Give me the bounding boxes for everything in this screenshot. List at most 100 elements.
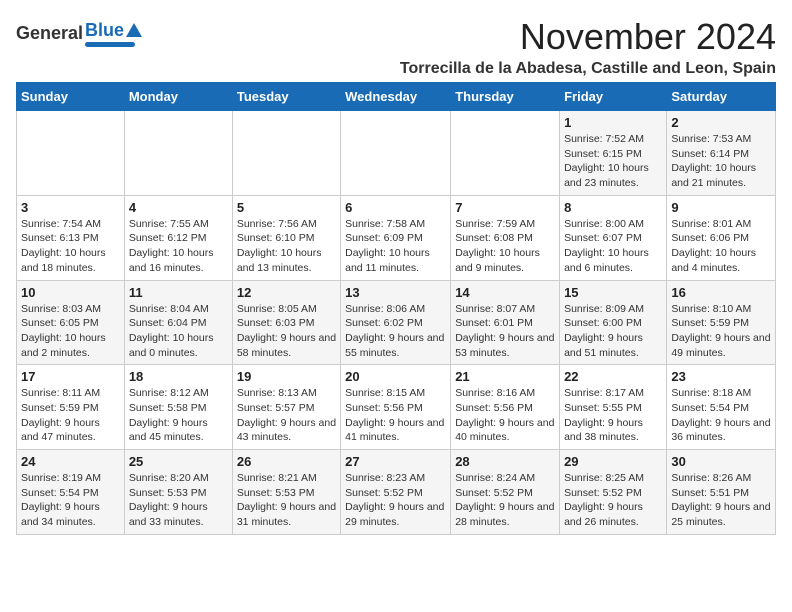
day-number: 25 <box>129 454 228 469</box>
calendar-cell: 6Sunrise: 7:58 AMSunset: 6:09 PMDaylight… <box>341 195 451 280</box>
calendar-week-2: 3Sunrise: 7:54 AMSunset: 6:13 PMDaylight… <box>17 195 776 280</box>
day-number: 27 <box>345 454 446 469</box>
day-info: Sunrise: 8:00 AMSunset: 6:07 PMDaylight:… <box>564 217 662 276</box>
day-number: 30 <box>671 454 771 469</box>
day-info: Sunrise: 8:18 AMSunset: 5:54 PMDaylight:… <box>671 386 771 445</box>
calendar-cell: 22 Sunrise: 8:17 AMSunset: 5:55 PMDayligh… <box>560 365 667 450</box>
weekday-header-tuesday: Tuesday <box>232 83 340 111</box>
day-number: 19 <box>237 369 336 384</box>
month-title: November 2024 <box>400 16 776 58</box>
calendar-cell: 16 Sunrise: 8:10 AMSunset: 5:59 PMDayligh… <box>667 280 776 365</box>
day-number: 17 <box>21 369 120 384</box>
logo-blue-text: Blue <box>85 20 124 41</box>
day-info: Sunrise: 8:21 AMSunset: 5:53 PMDaylight:… <box>237 471 336 530</box>
calendar-cell: 15 Sunrise: 8:09 AMSunset: 6:00 PMDayligh… <box>560 280 667 365</box>
calendar-cell: 26Sunrise: 8:21 AMSunset: 5:53 PMDayligh… <box>232 450 340 535</box>
weekday-header-thursday: Thursday <box>451 83 560 111</box>
calendar-cell: 17 Sunrise: 8:11 AMSunset: 5:59 PMDayligh… <box>17 365 125 450</box>
calendar-cell <box>17 111 125 196</box>
day-number: 11 <box>129 285 228 300</box>
calendar-cell: 2 Sunrise: 7:53 AMSunset: 6:14 PMDaylight… <box>667 111 776 196</box>
logo-wave <box>85 42 135 47</box>
calendar-cell <box>124 111 232 196</box>
calendar-cell <box>232 111 340 196</box>
day-info: Sunrise: 8:03 AMSunset: 6:05 PMDaylight:… <box>21 302 120 361</box>
calendar-cell: 14 Sunrise: 8:07 AMSunset: 6:01 PMDayligh… <box>451 280 560 365</box>
day-info: Sunrise: 7:52 AMSunset: 6:15 PMDaylight:… <box>564 132 662 191</box>
day-info: Sunrise: 8:04 AMSunset: 6:04 PMDaylight:… <box>129 302 228 361</box>
calendar-cell: 23 Sunrise: 8:18 AMSunset: 5:54 PMDayligh… <box>667 365 776 450</box>
calendar-week-1: 1Sunrise: 7:52 AMSunset: 6:15 PMDaylight… <box>17 111 776 196</box>
day-number: 18 <box>129 369 228 384</box>
page-header: General Blue November 2024 Torrecilla de… <box>16 16 776 78</box>
day-info: Sunrise: 8:25 AMSunset: 5:52 PMDaylight:… <box>564 471 662 530</box>
day-info: Sunrise: 8:11 AMSunset: 5:59 PMDaylight:… <box>21 386 120 445</box>
day-info: Sunrise: 8:16 AMSunset: 5:56 PMDaylight:… <box>455 386 555 445</box>
calendar-cell <box>341 111 451 196</box>
day-info: Sunrise: 8:05 AMSunset: 6:03 PMDaylight:… <box>237 302 336 361</box>
calendar-cell: 18 Sunrise: 8:12 AMSunset: 5:58 PMDayligh… <box>124 365 232 450</box>
calendar-cell: 19 Sunrise: 8:13 AMSunset: 5:57 PMDayligh… <box>232 365 340 450</box>
calendar-cell: 1Sunrise: 7:52 AMSunset: 6:15 PMDaylight… <box>560 111 667 196</box>
calendar-cell: 8 Sunrise: 8:00 AMSunset: 6:07 PMDaylight… <box>560 195 667 280</box>
day-info: Sunrise: 8:12 AMSunset: 5:58 PMDaylight:… <box>129 386 228 445</box>
day-info: Sunrise: 7:54 AMSunset: 6:13 PMDaylight:… <box>21 217 120 276</box>
day-info: Sunrise: 8:07 AMSunset: 6:01 PMDaylight:… <box>455 302 555 361</box>
day-number: 10 <box>21 285 120 300</box>
calendar-cell: 7 Sunrise: 7:59 AMSunset: 6:08 PMDaylight… <box>451 195 560 280</box>
calendar-cell <box>451 111 560 196</box>
calendar-cell: 3Sunrise: 7:54 AMSunset: 6:13 PMDaylight… <box>17 195 125 280</box>
day-info: Sunrise: 7:53 AMSunset: 6:14 PMDaylight:… <box>671 132 771 191</box>
day-info: Sunrise: 8:26 AMSunset: 5:51 PMDaylight:… <box>671 471 771 530</box>
logo-triangle-icon <box>126 23 142 37</box>
day-number: 14 <box>455 285 555 300</box>
weekday-header-wednesday: Wednesday <box>341 83 451 111</box>
weekday-header-sunday: Sunday <box>17 83 125 111</box>
calendar-cell: 9Sunrise: 8:01 AMSunset: 6:06 PMDaylight… <box>667 195 776 280</box>
day-info: Sunrise: 7:56 AMSunset: 6:10 PMDaylight:… <box>237 217 336 276</box>
day-number: 23 <box>671 369 771 384</box>
day-info: Sunrise: 8:20 AMSunset: 5:53 PMDaylight:… <box>129 471 228 530</box>
day-number: 20 <box>345 369 446 384</box>
location-subtitle: Torrecilla de la Abadesa, Castille and L… <box>400 60 776 78</box>
calendar-cell: 24 Sunrise: 8:19 AMSunset: 5:54 PMDayligh… <box>17 450 125 535</box>
day-number: 22 <box>564 369 662 384</box>
day-number: 13 <box>345 285 446 300</box>
calendar-cell: 5 Sunrise: 7:56 AMSunset: 6:10 PMDaylight… <box>232 195 340 280</box>
day-number: 2 <box>671 115 771 130</box>
day-info: Sunrise: 8:15 AMSunset: 5:56 PMDaylight:… <box>345 386 446 445</box>
day-number: 16 <box>671 285 771 300</box>
day-number: 24 <box>21 454 120 469</box>
weekday-header-row: SundayMondayTuesdayWednesdayThursdayFrid… <box>17 83 776 111</box>
day-info: Sunrise: 8:10 AMSunset: 5:59 PMDaylight:… <box>671 302 771 361</box>
day-info: Sunrise: 8:13 AMSunset: 5:57 PMDaylight:… <box>237 386 336 445</box>
day-info: Sunrise: 8:24 AMSunset: 5:52 PMDaylight:… <box>455 471 555 530</box>
calendar-cell: 21Sunrise: 8:16 AMSunset: 5:56 PMDayligh… <box>451 365 560 450</box>
calendar-body: 1Sunrise: 7:52 AMSunset: 6:15 PMDaylight… <box>17 111 776 535</box>
logo-general-text: General <box>16 23 83 44</box>
calendar-week-5: 24 Sunrise: 8:19 AMSunset: 5:54 PMDayligh… <box>17 450 776 535</box>
calendar-week-3: 10 Sunrise: 8:03 AMSunset: 6:05 PMDayligh… <box>17 280 776 365</box>
weekday-header-friday: Friday <box>560 83 667 111</box>
calendar-header: SundayMondayTuesdayWednesdayThursdayFrid… <box>17 83 776 111</box>
calendar-cell: 4Sunrise: 7:55 AMSunset: 6:12 PMDaylight… <box>124 195 232 280</box>
weekday-header-monday: Monday <box>124 83 232 111</box>
day-number: 7 <box>455 200 555 215</box>
calendar-week-4: 17 Sunrise: 8:11 AMSunset: 5:59 PMDayligh… <box>17 365 776 450</box>
calendar-table: SundayMondayTuesdayWednesdayThursdayFrid… <box>16 82 776 535</box>
day-number: 6 <box>345 200 446 215</box>
day-info: Sunrise: 8:09 AMSunset: 6:00 PMDaylight:… <box>564 302 662 361</box>
calendar-cell: 27Sunrise: 8:23 AMSunset: 5:52 PMDayligh… <box>341 450 451 535</box>
day-info: Sunrise: 8:17 AMSunset: 5:55 PMDaylight:… <box>564 386 662 445</box>
day-info: Sunrise: 8:06 AMSunset: 6:02 PMDaylight:… <box>345 302 446 361</box>
day-number: 12 <box>237 285 336 300</box>
day-info: Sunrise: 8:19 AMSunset: 5:54 PMDaylight:… <box>21 471 120 530</box>
calendar-cell: 29Sunrise: 8:25 AMSunset: 5:52 PMDayligh… <box>560 450 667 535</box>
day-info: Sunrise: 7:59 AMSunset: 6:08 PMDaylight:… <box>455 217 555 276</box>
day-number: 15 <box>564 285 662 300</box>
day-info: Sunrise: 7:55 AMSunset: 6:12 PMDaylight:… <box>129 217 228 276</box>
day-number: 5 <box>237 200 336 215</box>
title-area: November 2024 Torrecilla de la Abadesa, … <box>400 16 776 78</box>
day-number: 8 <box>564 200 662 215</box>
calendar-cell: 13 Sunrise: 8:06 AMSunset: 6:02 PMDayligh… <box>341 280 451 365</box>
